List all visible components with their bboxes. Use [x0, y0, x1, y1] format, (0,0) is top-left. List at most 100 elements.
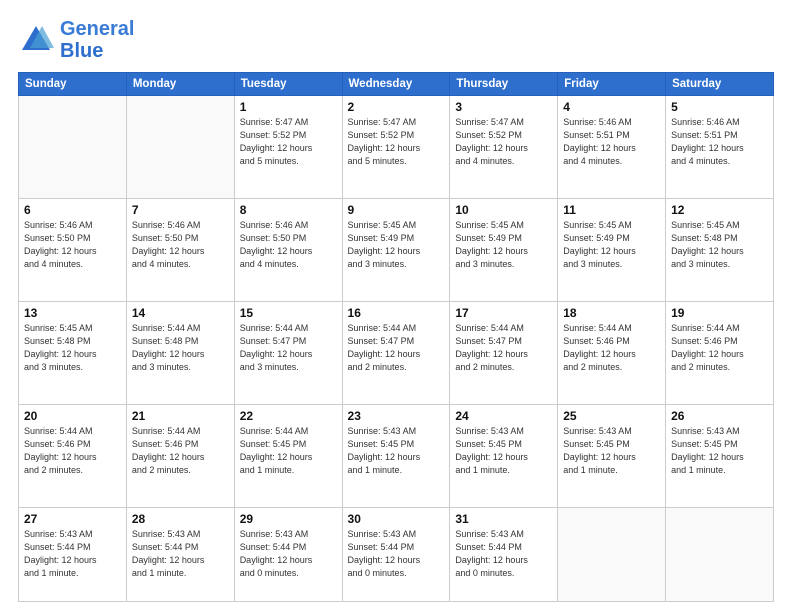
calendar-day-cell: 18Sunrise: 5:44 AM Sunset: 5:46 PM Dayli…: [558, 302, 666, 405]
calendar-day-cell: 4Sunrise: 5:46 AM Sunset: 5:51 PM Daylig…: [558, 96, 666, 199]
day-info: Sunrise: 5:44 AM Sunset: 5:48 PM Dayligh…: [132, 322, 229, 374]
day-number: 3: [455, 100, 552, 114]
calendar-week-row: 13Sunrise: 5:45 AM Sunset: 5:48 PM Dayli…: [19, 302, 774, 405]
day-info: Sunrise: 5:47 AM Sunset: 5:52 PM Dayligh…: [455, 116, 552, 168]
logo-icon: [18, 22, 54, 58]
calendar-day-cell: 24 Sunrise: 5:43 AM Sunset: 5:45 PM Dayli…: [450, 405, 558, 508]
day-number: 18: [563, 306, 660, 320]
calendar-day-cell: [666, 508, 774, 602]
day-number: 19: [671, 306, 768, 320]
calendar-day-cell: 31Sunrise: 5:43 AM Sunset: 5:44 PM Dayli…: [450, 508, 558, 602]
calendar-day-cell: [558, 508, 666, 602]
weekday-header-cell: Saturday: [666, 73, 774, 96]
calendar-day-cell: 27 Sunrise: 5:43 AM Sunset: 5:44 PM Dayli…: [19, 508, 127, 602]
weekday-header-cell: Thursday: [450, 73, 558, 96]
calendar-day-cell: 7 Sunrise: 5:46 AM Sunset: 5:50 PM Daylig…: [126, 199, 234, 302]
day-number: 20: [24, 409, 121, 423]
day-number: 27: [24, 512, 121, 526]
calendar-week-row: 6 Sunrise: 5:46 AM Sunset: 5:50 PM Daylig…: [19, 199, 774, 302]
calendar-day-cell: 21 Sunrise: 5:44 AM Sunset: 5:46 PM Dayli…: [126, 405, 234, 508]
weekday-header-cell: Friday: [558, 73, 666, 96]
day-info: Sunrise: 5:43 AM Sunset: 5:45 PM Dayligh…: [671, 425, 768, 477]
calendar-day-cell: 29 Sunrise: 5:43 AM Sunset: 5:44 PM Dayli…: [234, 508, 342, 602]
calendar-day-cell: 19Sunrise: 5:44 AM Sunset: 5:46 PM Dayli…: [666, 302, 774, 405]
day-info: Sunrise: 5:46 AM Sunset: 5:50 PM Dayligh…: [132, 219, 229, 271]
calendar-day-cell: 17Sunrise: 5:44 AM Sunset: 5:47 PM Dayli…: [450, 302, 558, 405]
day-number: 10: [455, 203, 552, 217]
day-number: 15: [240, 306, 337, 320]
calendar-body: 1 Sunrise: 5:47 AM Sunset: 5:52 PM Daylig…: [19, 96, 774, 602]
day-info: Sunrise: 5:46 AM Sunset: 5:50 PM Dayligh…: [240, 219, 337, 271]
calendar-week-row: 27 Sunrise: 5:43 AM Sunset: 5:44 PM Dayli…: [19, 508, 774, 602]
day-number: 1: [240, 100, 337, 114]
calendar-day-cell: 8 Sunrise: 5:46 AM Sunset: 5:50 PM Daylig…: [234, 199, 342, 302]
calendar-day-cell: 14 Sunrise: 5:44 AM Sunset: 5:48 PM Dayli…: [126, 302, 234, 405]
day-number: 12: [671, 203, 768, 217]
day-number: 23: [348, 409, 445, 423]
day-number: 5: [671, 100, 768, 114]
calendar-table: SundayMondayTuesdayWednesdayThursdayFrid…: [18, 72, 774, 602]
day-number: 25: [563, 409, 660, 423]
weekday-header-cell: Monday: [126, 73, 234, 96]
calendar-day-cell: 25 Sunrise: 5:43 AM Sunset: 5:45 PM Dayli…: [558, 405, 666, 508]
calendar-day-cell: 6 Sunrise: 5:46 AM Sunset: 5:50 PM Daylig…: [19, 199, 127, 302]
calendar-day-cell: 2 Sunrise: 5:47 AM Sunset: 5:52 PM Daylig…: [342, 96, 450, 199]
day-number: 4: [563, 100, 660, 114]
page: General Blue SundayMondayTuesdayWednesda…: [0, 0, 792, 612]
day-info: Sunrise: 5:46 AM Sunset: 5:50 PM Dayligh…: [24, 219, 121, 271]
day-number: 16: [348, 306, 445, 320]
weekday-header-cell: Wednesday: [342, 73, 450, 96]
day-info: Sunrise: 5:45 AM Sunset: 5:49 PM Dayligh…: [563, 219, 660, 271]
day-info: Sunrise: 5:47 AM Sunset: 5:52 PM Dayligh…: [348, 116, 445, 168]
calendar-day-cell: 22Sunrise: 5:44 AM Sunset: 5:45 PM Dayli…: [234, 405, 342, 508]
day-info: Sunrise: 5:45 AM Sunset: 5:48 PM Dayligh…: [24, 322, 121, 374]
calendar-day-cell: 12 Sunrise: 5:45 AM Sunset: 5:48 PM Dayli…: [666, 199, 774, 302]
day-info: Sunrise: 5:43 AM Sunset: 5:44 PM Dayligh…: [348, 528, 445, 580]
day-number: 11: [563, 203, 660, 217]
day-number: 7: [132, 203, 229, 217]
calendar-day-cell: [19, 96, 127, 199]
header: General Blue: [18, 18, 774, 62]
day-number: 28: [132, 512, 229, 526]
day-info: Sunrise: 5:45 AM Sunset: 5:49 PM Dayligh…: [455, 219, 552, 271]
calendar-day-cell: 28Sunrise: 5:43 AM Sunset: 5:44 PM Dayli…: [126, 508, 234, 602]
day-info: Sunrise: 5:45 AM Sunset: 5:49 PM Dayligh…: [348, 219, 445, 271]
day-number: 30: [348, 512, 445, 526]
day-info: Sunrise: 5:45 AM Sunset: 5:48 PM Dayligh…: [671, 219, 768, 271]
day-info: Sunrise: 5:47 AM Sunset: 5:52 PM Dayligh…: [240, 116, 337, 168]
day-info: Sunrise: 5:44 AM Sunset: 5:46 PM Dayligh…: [132, 425, 229, 477]
weekday-header-cell: Sunday: [19, 73, 127, 96]
day-number: 22: [240, 409, 337, 423]
calendar-day-cell: 30 Sunrise: 5:43 AM Sunset: 5:44 PM Dayli…: [342, 508, 450, 602]
calendar-day-cell: 23 Sunrise: 5:43 AM Sunset: 5:45 PM Dayli…: [342, 405, 450, 508]
calendar-day-cell: 26 Sunrise: 5:43 AM Sunset: 5:45 PM Dayli…: [666, 405, 774, 508]
calendar-day-cell: 1 Sunrise: 5:47 AM Sunset: 5:52 PM Daylig…: [234, 96, 342, 199]
calendar-day-cell: 16Sunrise: 5:44 AM Sunset: 5:47 PM Dayli…: [342, 302, 450, 405]
day-info: Sunrise: 5:43 AM Sunset: 5:45 PM Dayligh…: [563, 425, 660, 477]
calendar-day-cell: 3 Sunrise: 5:47 AM Sunset: 5:52 PM Daylig…: [450, 96, 558, 199]
day-info: Sunrise: 5:46 AM Sunset: 5:51 PM Dayligh…: [671, 116, 768, 168]
day-info: Sunrise: 5:43 AM Sunset: 5:44 PM Dayligh…: [24, 528, 121, 580]
calendar-week-row: 20 Sunrise: 5:44 AM Sunset: 5:46 PM Dayli…: [19, 405, 774, 508]
day-info: Sunrise: 5:44 AM Sunset: 5:47 PM Dayligh…: [240, 322, 337, 374]
day-number: 24: [455, 409, 552, 423]
day-number: 29: [240, 512, 337, 526]
day-info: Sunrise: 5:43 AM Sunset: 5:45 PM Dayligh…: [348, 425, 445, 477]
day-number: 21: [132, 409, 229, 423]
day-number: 8: [240, 203, 337, 217]
day-number: 2: [348, 100, 445, 114]
calendar-day-cell: [126, 96, 234, 199]
calendar-day-cell: 5 Sunrise: 5:46 AM Sunset: 5:51 PM Daylig…: [666, 96, 774, 199]
calendar-day-cell: 9Sunrise: 5:45 AM Sunset: 5:49 PM Daylig…: [342, 199, 450, 302]
calendar-week-row: 1 Sunrise: 5:47 AM Sunset: 5:52 PM Daylig…: [19, 96, 774, 199]
day-number: 26: [671, 409, 768, 423]
day-number: 14: [132, 306, 229, 320]
day-number: 6: [24, 203, 121, 217]
day-info: Sunrise: 5:43 AM Sunset: 5:44 PM Dayligh…: [240, 528, 337, 580]
logo: General Blue: [18, 18, 134, 62]
day-info: Sunrise: 5:43 AM Sunset: 5:45 PM Dayligh…: [455, 425, 552, 477]
day-number: 31: [455, 512, 552, 526]
weekday-header-cell: Tuesday: [234, 73, 342, 96]
weekday-header-row: SundayMondayTuesdayWednesdayThursdayFrid…: [19, 73, 774, 96]
day-info: Sunrise: 5:44 AM Sunset: 5:47 PM Dayligh…: [455, 322, 552, 374]
